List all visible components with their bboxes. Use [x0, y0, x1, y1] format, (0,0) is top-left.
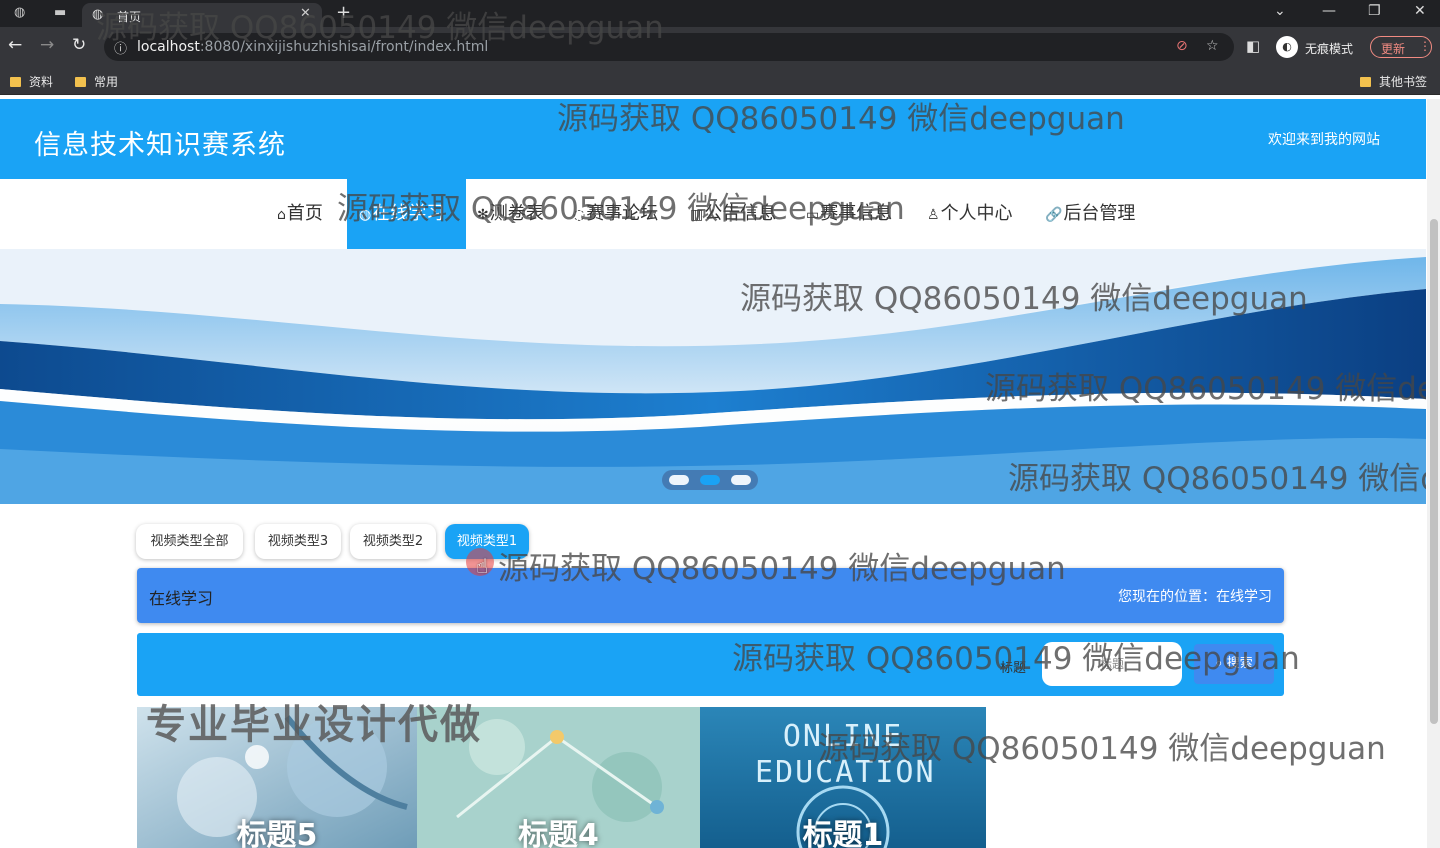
more-icon: ⋮ [1419, 39, 1431, 53]
hero-banner [0, 249, 1426, 504]
close-icon[interactable]: ✕ [300, 6, 311, 21]
nav-item-exam[interactable]: ✻测卷表 [477, 179, 544, 249]
forward-button[interactable]: → [40, 35, 54, 55]
filter-chip-type2[interactable]: 视频类型2 [350, 524, 436, 559]
banner-wave-graphic [0, 249, 1426, 504]
back-button[interactable]: ← [8, 35, 22, 55]
forum-icon: ◌ [573, 207, 586, 223]
globe-icon: ◍ [92, 7, 104, 22]
card-title: 标题5 [236, 818, 318, 848]
main-nav: ⌂首页 ◍在线学习 ✻测卷表 ◌赛事论坛 ▥公告信息 ▭赛事信息 ♙个人中心 🔗… [0, 179, 1426, 249]
reload-button[interactable]: ↻ [72, 35, 86, 55]
search-input[interactable] [1042, 642, 1182, 686]
tab-title: 首页 [117, 10, 142, 24]
incognito-indicator[interactable]: ◐ 无痕模式 [1276, 34, 1366, 60]
bookmark-other[interactable]: 其他书签 [1360, 73, 1427, 90]
filter-chip-all[interactable]: 视频类型全部 [136, 524, 243, 559]
carousel-indicator [662, 470, 758, 490]
nav-item-forum[interactable]: ◌赛事论坛 [573, 179, 658, 249]
new-tab-button[interactable]: + [336, 2, 351, 23]
bookmark-folder-ziliao[interactable]: 资料 [10, 73, 53, 90]
carousel-dot-1[interactable] [669, 475, 689, 485]
scrollbar-thumb[interactable] [1430, 219, 1438, 724]
browser-profile-icon[interactable]: ◍ [14, 5, 25, 20]
nav-item-home[interactable]: ⌂首页 [277, 179, 323, 249]
browser-toolbar: ← → ↻ ⓘ localhost:8080/xinxijishuzhishis… [0, 27, 1440, 67]
restore-button[interactable]: ❐ [1368, 3, 1381, 19]
nav-item-online-learning[interactable]: ◍在线学习 [347, 179, 466, 249]
chevron-down-icon[interactable]: ⌄ [1274, 3, 1286, 19]
globe-icon: ◍ [359, 207, 372, 223]
message-icon: ▭ [806, 207, 820, 223]
breadcrumb: 您现在的位置：在线学习 [1118, 589, 1272, 605]
url-text: localhost:8080/xinxijishuzhishisai/front… [137, 39, 489, 55]
site-title: 信息技术知识赛系统 [34, 130, 286, 161]
update-button[interactable]: 更新 ⋮ [1370, 36, 1432, 58]
site-header: 信息技术知识赛系统 欢迎来到我的网站 [0, 99, 1426, 179]
home-icon: ⌂ [277, 207, 286, 223]
browser-tab[interactable]: ◍ 首页 ✕ [82, 3, 322, 27]
promo-watermark: 专业毕业设计代做 [146, 702, 482, 748]
minimize-button[interactable]: — [1322, 3, 1336, 19]
search-button[interactable]: ⌕ 搜索 [1194, 644, 1274, 684]
page-scrollbar[interactable] [1427, 99, 1440, 848]
carousel-dot-3[interactable] [731, 475, 751, 485]
nav-item-match-info[interactable]: ▭赛事信息 [806, 179, 892, 249]
incognito-icon: ◐ [1276, 36, 1298, 58]
incognito-label: 无痕模式 [1305, 42, 1354, 56]
search-label: 标题 [1000, 661, 1027, 676]
nav-item-personal-center[interactable]: ♙个人中心 [927, 179, 1013, 249]
star-icon[interactable]: ☆ [1206, 38, 1219, 54]
nav-item-admin[interactable]: 🔗后台管理 [1045, 179, 1135, 249]
address-bar[interactable]: ⓘ localhost:8080/xinxijishuzhishisai/fro… [104, 33, 1234, 61]
card-title: 标题4 [518, 818, 599, 848]
card-image-text: ONLINE EDUCATION [755, 719, 936, 790]
bookmark-folder-changyong[interactable]: 常用 [75, 73, 118, 90]
update-label: 更新 [1381, 42, 1406, 56]
info-icon[interactable]: ⓘ [114, 38, 127, 57]
blocked-icon[interactable]: ⊘ [1176, 38, 1188, 54]
filter-chip-type3[interactable]: 视频类型3 [255, 524, 341, 559]
notice-icon: ▥ [690, 207, 704, 223]
search-icon: ⌕ [1215, 656, 1223, 671]
section-title: 在线学习 [149, 589, 214, 608]
location-bar: 在线学习 您现在的位置：在线学习 [137, 568, 1284, 623]
search-bar: 标题 ⌕ 搜索 [137, 633, 1284, 696]
asterisk-icon: ✻ [477, 207, 489, 223]
tab-search-icon[interactable]: ▬ [54, 5, 66, 20]
video-card[interactable]: ONLINE EDUCATION 标题1 [700, 707, 986, 848]
browser-tab-strip: ◍ ▬ ◍ 首页 ✕ + ⌄ — ❐ ✕ [0, 0, 1440, 27]
carousel-dot-2[interactable] [700, 475, 720, 485]
side-panel-icon[interactable]: ◧ [1246, 37, 1260, 55]
nav-item-notice[interactable]: ▥公告信息 [690, 179, 776, 249]
welcome-text: 欢迎来到我的网站 [1268, 132, 1380, 148]
hand-cursor-icon: ☝ [476, 554, 489, 578]
user-icon: ♙ [927, 207, 940, 223]
bookmarks-bar: 资料 常用 其他书签 [0, 67, 1440, 95]
link-icon: 🔗 [1045, 207, 1063, 223]
card-title: 标题1 [802, 818, 884, 848]
window-close-button[interactable]: ✕ [1414, 3, 1426, 19]
